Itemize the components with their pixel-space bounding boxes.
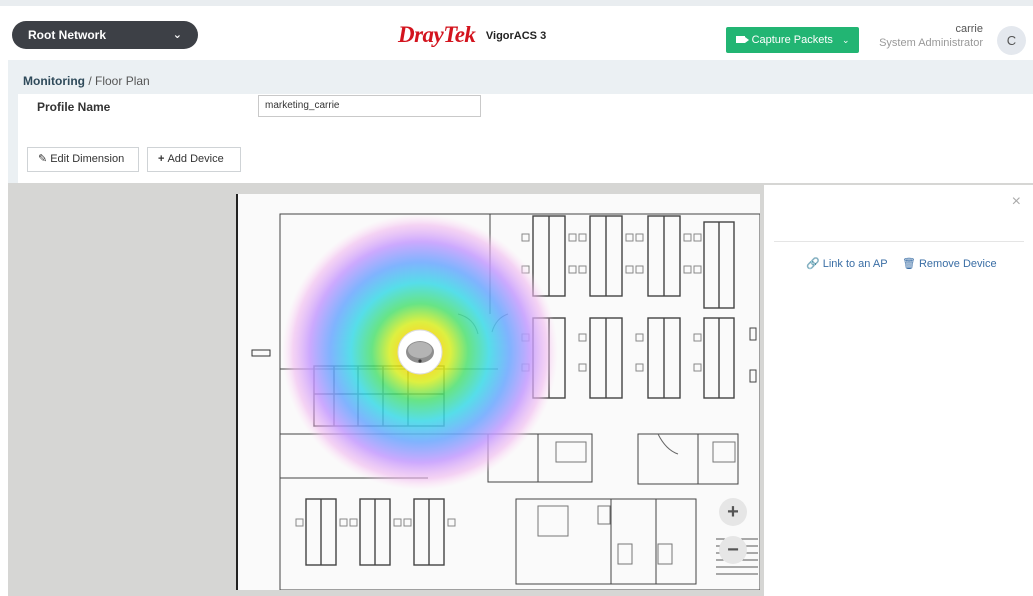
device-side-panel: × 🔗 Link to an AP 🗑 Remove Device (764, 185, 1033, 596)
user-role: System Administrator (879, 37, 983, 49)
breadcrumb-section[interactable]: Monitoring (23, 74, 85, 88)
network-selector-label: Root Network (28, 28, 106, 42)
edit-dimension-label: Edit Dimension (50, 153, 125, 165)
floor-plan-canvas[interactable] (236, 194, 760, 590)
breadcrumb: Monitoring / Floor Plan (23, 74, 150, 88)
profile-panel: Profile Name marketing_carrie ✎ Edit Dime… (18, 94, 1033, 183)
capture-packets-button[interactable]: Capture Packets ⌄ (726, 27, 859, 53)
remove-device-label: Remove Device (918, 258, 997, 270)
breadcrumb-separator: / (88, 74, 92, 88)
brand: DrayTek VigorACS 3 (398, 21, 546, 49)
draytek-logo: DrayTek (398, 22, 476, 47)
user-info[interactable]: carrie System Administrator (879, 23, 983, 50)
remove-device-button[interactable]: 🗑 Remove Device (902, 257, 997, 270)
video-camera-icon (735, 36, 749, 43)
zoom-out-button[interactable]: − (719, 536, 747, 564)
close-icon[interactable]: × (1012, 193, 1021, 211)
capture-packets-label: Capture Packets (751, 34, 833, 46)
profile-name-input[interactable]: marketing_carrie (258, 95, 481, 117)
floor-plan-drawing (251, 213, 760, 590)
plus-icon: + (158, 153, 165, 165)
avatar[interactable]: C (997, 26, 1026, 55)
breadcrumb-current: Floor Plan (95, 74, 150, 88)
network-selector[interactable]: Root Network ⌄ (12, 21, 198, 49)
pencil-icon: ✎ (38, 153, 48, 165)
user-name: carrie (955, 23, 983, 35)
link-to-ap-button[interactable]: 🔗 Link to an AP (806, 257, 888, 270)
link-to-ap-label: Link to an AP (822, 258, 888, 270)
product-name: VigorACS 3 (485, 30, 547, 42)
zoom-in-button[interactable]: + (719, 498, 747, 526)
panel-divider (774, 241, 1024, 242)
edit-dimension-button[interactable]: ✎ Edit Dimension (27, 147, 139, 172)
top-bar: Root Network ⌄ DrayTek VigorACS 3 Captur… (0, 0, 1033, 55)
add-device-label: Add Device (167, 153, 224, 165)
access-point-marker[interactable] (397, 329, 443, 375)
trash-icon: 🗑 (902, 258, 916, 270)
chevron-down-icon: ⌄ (172, 29, 182, 41)
chevron-down-icon: ⌄ (841, 35, 850, 45)
add-device-button[interactable]: + Add Device (147, 147, 241, 172)
link-icon: 🔗 (806, 258, 820, 270)
profile-name-label: Profile Name (37, 100, 111, 114)
